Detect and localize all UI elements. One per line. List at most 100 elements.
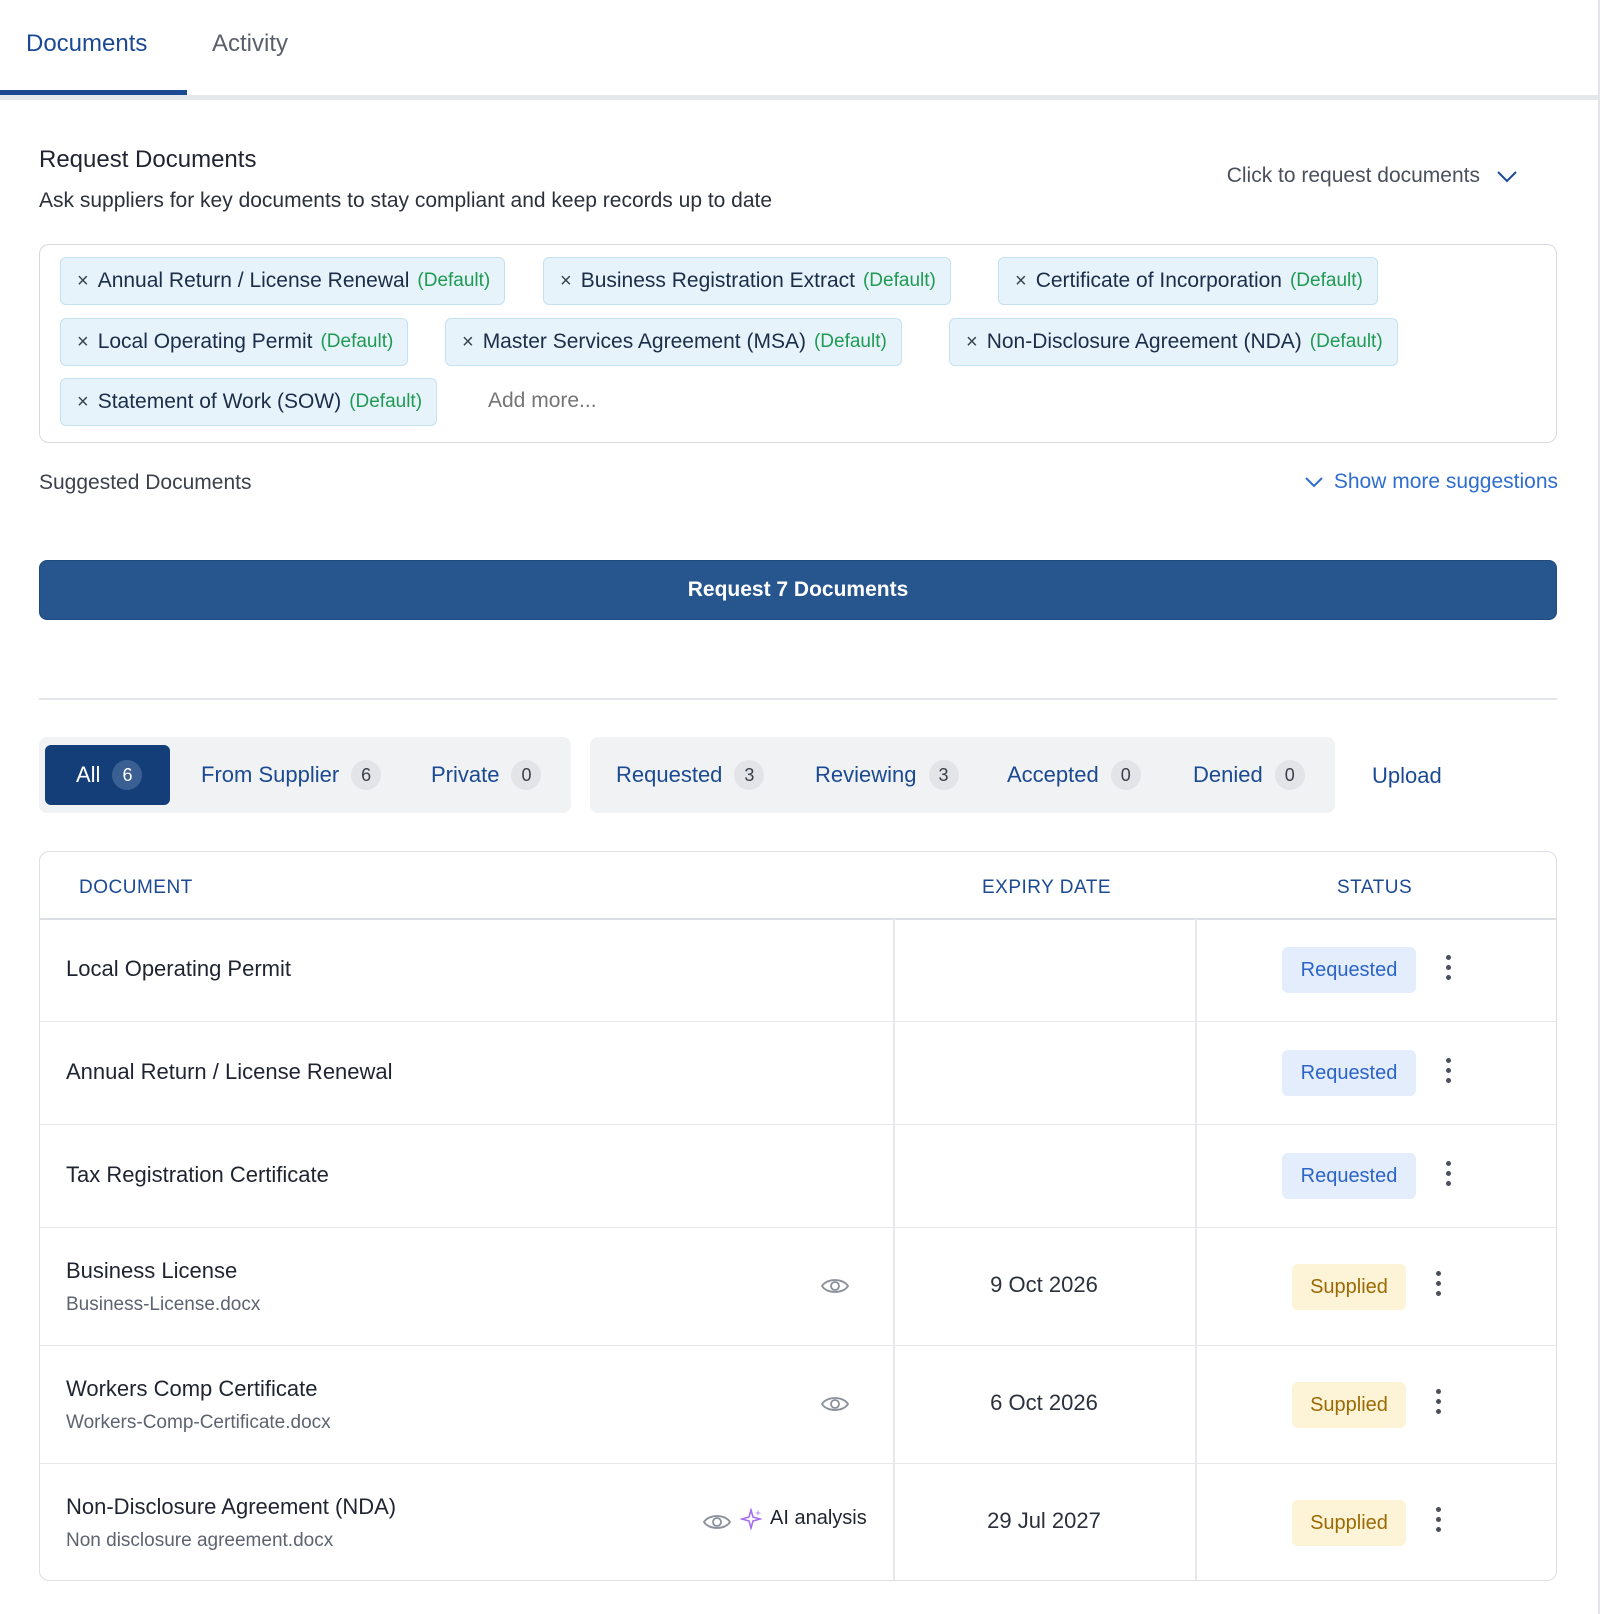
filter-count: 6 bbox=[351, 760, 382, 790]
chip-local-operating-permit: × Local Operating Permit (Default) bbox=[60, 318, 409, 366]
filter-from-supplier[interactable]: From Supplier 6 bbox=[201, 745, 382, 805]
close-icon[interactable]: × bbox=[462, 331, 474, 354]
chip-label: Non-Disclosure Agreement (NDA) bbox=[986, 330, 1302, 353]
table-row[interactable]: Business License Business-License.docx 9… bbox=[40, 1228, 1556, 1346]
tab-activity[interactable]: Activity bbox=[212, 28, 288, 60]
chip-default-tag: (Default) bbox=[1289, 270, 1363, 291]
document-filename: Workers-Comp-Certificate.docx bbox=[66, 1412, 331, 1433]
status-badge: Supplied bbox=[1292, 1264, 1406, 1310]
sparkle-icon bbox=[740, 1507, 762, 1530]
source-filter-group: All 6 From Supplier 6 Private 0 bbox=[39, 737, 571, 813]
filter-label: Private bbox=[431, 762, 500, 787]
upload-button[interactable]: Upload bbox=[1372, 763, 1442, 789]
close-icon[interactable]: × bbox=[560, 270, 572, 293]
filter-count: 0 bbox=[1274, 760, 1305, 790]
document-name: Non-Disclosure Agreement (NDA) bbox=[66, 1494, 397, 1519]
close-icon[interactable]: × bbox=[77, 270, 89, 293]
chip-label: Statement of Work (SOW) bbox=[97, 390, 342, 413]
status-badge: Requested bbox=[1282, 947, 1416, 993]
chip-default-tag: (Default) bbox=[813, 331, 887, 352]
table-row[interactable]: Workers Comp Certificate Workers-Comp-Ce… bbox=[40, 1346, 1556, 1464]
chevron-down-icon bbox=[1305, 477, 1323, 488]
filter-label: Accepted bbox=[1007, 762, 1099, 787]
chip-business-registration: × Business Registration Extract (Default… bbox=[543, 257, 951, 305]
status-badge: Requested bbox=[1282, 1050, 1416, 1096]
filter-private[interactable]: Private 0 bbox=[431, 745, 542, 805]
chip-label: Certificate of Incorporation bbox=[1035, 269, 1282, 292]
table-row[interactable]: Annual Return / License Renewal Requeste… bbox=[40, 1022, 1556, 1125]
filter-requested[interactable]: Requested 3 bbox=[616, 745, 765, 805]
filter-count: 6 bbox=[112, 760, 143, 790]
request-title: Request Documents bbox=[39, 146, 257, 173]
filter-label: All bbox=[76, 762, 101, 787]
chip-default-tag: (Default) bbox=[862, 270, 936, 291]
request-subtitle: Ask suppliers for key documents to stay … bbox=[39, 189, 773, 212]
document-filename: Business-License.docx bbox=[66, 1294, 261, 1315]
add-more-input[interactable] bbox=[488, 389, 788, 413]
tab-divider bbox=[0, 95, 1598, 100]
table-row[interactable]: Tax Registration Certificate Requested bbox=[40, 1125, 1556, 1228]
document-chip-input[interactable]: × Annual Return / License Renewal (Defau… bbox=[39, 244, 1557, 443]
filter-denied[interactable]: Denied 0 bbox=[1193, 745, 1305, 805]
show-more-suggestions-link[interactable]: Show more suggestions bbox=[1304, 470, 1558, 494]
chip-default-tag: (Default) bbox=[320, 331, 394, 352]
chip-default-tag: (Default) bbox=[1309, 331, 1383, 352]
filter-count: 3 bbox=[734, 760, 765, 790]
close-icon[interactable]: × bbox=[77, 331, 89, 354]
filter-all[interactable]: All 6 bbox=[45, 745, 171, 805]
chip-certificate-incorporation: × Certificate of Incorporation (Default) bbox=[998, 257, 1378, 305]
column-header-expiry[interactable]: EXPIRY DATE bbox=[982, 877, 1111, 899]
request-toggle[interactable]: Click to request documents bbox=[1227, 164, 1518, 188]
close-icon[interactable]: × bbox=[966, 331, 978, 354]
chevron-down-icon bbox=[1497, 171, 1517, 183]
close-icon[interactable]: × bbox=[1015, 270, 1027, 293]
column-header-status[interactable]: STATUS bbox=[1337, 877, 1412, 899]
request-toggle-label: Click to request documents bbox=[1226, 164, 1480, 187]
filter-count: 0 bbox=[511, 760, 542, 790]
chip-annual-return: × Annual Return / License Renewal (Defau… bbox=[60, 257, 506, 305]
table-row[interactable]: Local Operating Permit Requested bbox=[40, 919, 1556, 1022]
chip-default-tag: (Default) bbox=[349, 391, 423, 412]
kebab-menu-icon[interactable] bbox=[1436, 954, 1460, 984]
document-name: Tax Registration Certificate bbox=[66, 1162, 329, 1187]
column-header-document[interactable]: DOCUMENT bbox=[79, 877, 193, 899]
kebab-menu-icon[interactable] bbox=[1436, 1057, 1460, 1087]
chip-master-services-agreement: × Master Services Agreement (MSA) (Defau… bbox=[445, 318, 902, 366]
status-badge: Supplied bbox=[1292, 1500, 1406, 1546]
expiry-date: 6 Oct 2026 bbox=[990, 1390, 1098, 1415]
filter-label: Denied bbox=[1193, 762, 1263, 787]
chip-statement-of-work: × Statement of Work (SOW) (Default) bbox=[60, 378, 438, 426]
eye-icon[interactable] bbox=[702, 1511, 732, 1533]
filter-count: 3 bbox=[928, 760, 959, 790]
ai-analysis-label: AI analysis bbox=[770, 1507, 867, 1529]
status-badge: Requested bbox=[1282, 1153, 1416, 1199]
expiry-date: 29 Jul 2027 bbox=[987, 1508, 1101, 1533]
filter-label: Requested bbox=[616, 762, 723, 787]
chip-non-disclosure-agreement: × Non-Disclosure Agreement (NDA) (Defaul… bbox=[949, 318, 1398, 366]
table-row[interactable]: Non-Disclosure Agreement (NDA) Non discl… bbox=[40, 1464, 1556, 1580]
status-filter-group: Requested 3 Reviewing 3 Accepted 0 Denie… bbox=[590, 737, 1335, 813]
filter-reviewing[interactable]: Reviewing 3 bbox=[815, 745, 959, 805]
chip-label: Business Registration Extract bbox=[580, 269, 855, 292]
kebab-menu-icon[interactable] bbox=[1426, 1270, 1450, 1300]
chip-label: Master Services Agreement (MSA) bbox=[482, 330, 806, 353]
kebab-menu-icon[interactable] bbox=[1426, 1388, 1450, 1418]
filter-label: Reviewing bbox=[815, 762, 917, 787]
request-documents-button[interactable]: Request 7 Documents bbox=[39, 560, 1557, 620]
eye-icon[interactable] bbox=[820, 1393, 850, 1415]
document-name: Workers Comp Certificate bbox=[66, 1376, 318, 1401]
chip-label: Annual Return / License Renewal bbox=[97, 269, 410, 292]
kebab-menu-icon[interactable] bbox=[1436, 1160, 1460, 1190]
expiry-date: 9 Oct 2026 bbox=[990, 1272, 1098, 1297]
filter-accepted[interactable]: Accepted 0 bbox=[1007, 745, 1141, 805]
eye-icon[interactable] bbox=[820, 1275, 850, 1297]
close-icon[interactable]: × bbox=[77, 391, 89, 414]
ai-analysis-button[interactable]: AI analysis bbox=[740, 1507, 867, 1530]
kebab-menu-icon[interactable] bbox=[1426, 1506, 1450, 1536]
column-divider bbox=[1195, 919, 1197, 1580]
suggested-documents-label: Suggested Documents bbox=[39, 471, 252, 494]
document-name: Local Operating Permit bbox=[66, 956, 291, 981]
documents-table: DOCUMENT EXPIRY DATE STATUS Local Operat… bbox=[39, 851, 1557, 1581]
tab-documents[interactable]: Documents bbox=[26, 28, 147, 60]
chip-label: Local Operating Permit bbox=[97, 330, 313, 353]
